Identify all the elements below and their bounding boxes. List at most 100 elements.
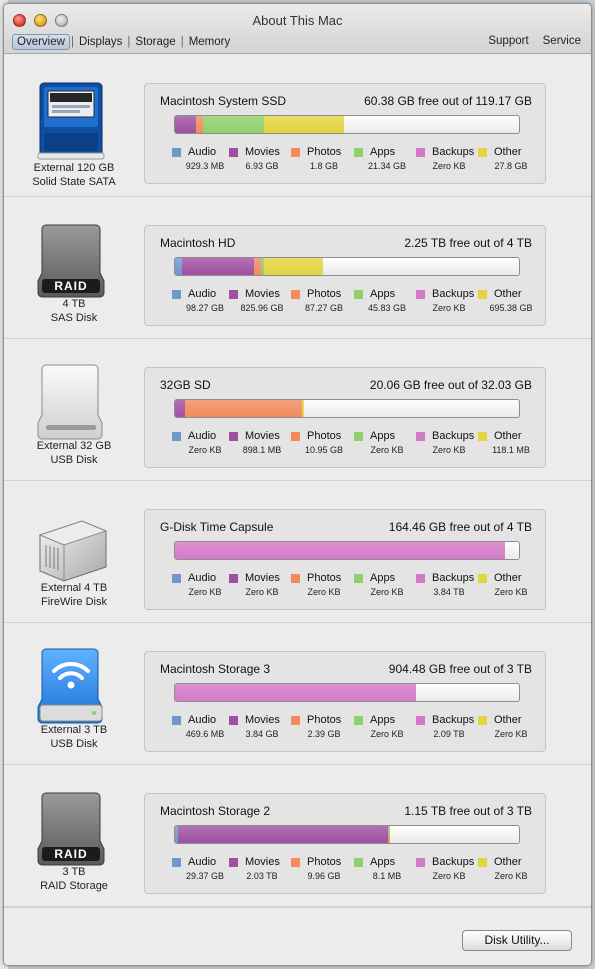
- legend-swatch: [229, 716, 238, 725]
- legend-swatch: [478, 858, 487, 867]
- legend-value: Zero KB: [432, 303, 466, 313]
- storage-row: RAID 4 TB SAS Disk Macintosh HD 2.25 TB free…: [4, 197, 591, 339]
- disk-utility-button[interactable]: Disk Utility...: [462, 930, 572, 951]
- legend-label: Backups: [432, 146, 475, 158]
- legend-label: Backups: [432, 714, 475, 726]
- legend-swatch: [291, 858, 300, 867]
- tab-storage[interactable]: Storage: [131, 35, 179, 49]
- legend-label: Other: [494, 146, 522, 158]
- tab-overview[interactable]: Overview: [12, 34, 70, 50]
- legend-value: 10.95 GB: [304, 445, 344, 455]
- legend-label: Photos: [307, 714, 342, 726]
- usage-segment-backups: [175, 684, 416, 701]
- ssd-drive-icon: [34, 79, 110, 163]
- legend-label: Audio: [188, 288, 217, 300]
- device-caption-line: USB Disk: [50, 738, 98, 750]
- legend-swatch: [416, 148, 425, 157]
- device-caption: 3 TB RAID Storage: [4, 865, 144, 893]
- device-caption-line: 4 TB: [62, 298, 86, 310]
- legend-label: Backups: [432, 572, 475, 584]
- legend-label: Backups: [432, 288, 475, 300]
- tab-service[interactable]: Service: [543, 35, 581, 47]
- legend-value: 1.8 GB: [309, 161, 338, 171]
- legend-swatch: [291, 290, 300, 299]
- usage-segment-movies: [175, 116, 196, 133]
- legend-value: Zero KB: [494, 587, 528, 597]
- legend-value: 898.1 MB: [242, 445, 282, 455]
- legend-swatch: [172, 290, 181, 299]
- footer: Disk Utility...: [4, 907, 591, 965]
- legend-label: Other: [494, 572, 522, 584]
- volume-panel: Macintosh Storage 3 904.48 GB free out of…: [144, 651, 546, 752]
- legend-value: Zero KB: [245, 587, 279, 597]
- legend-label: Audio: [188, 146, 217, 158]
- legend-value: 2.09 TB: [433, 729, 465, 739]
- legend-label: Audio: [188, 572, 217, 584]
- volume-panel: 32GB SD 20.06 GB free out of 32.03 GB Audi…: [144, 367, 546, 468]
- device-caption-line: 3 TB: [62, 866, 86, 878]
- legend-label: Photos: [307, 430, 342, 442]
- legend-label: Movies: [245, 856, 280, 868]
- usage-segment-other: [264, 116, 344, 133]
- legend-swatch: [354, 858, 363, 867]
- usage-segment-photos: [254, 258, 261, 275]
- usage-segment-photos: [195, 116, 203, 133]
- legend-swatch: [354, 574, 363, 583]
- legend-swatch: [172, 432, 181, 441]
- usb-drive-icon: [34, 359, 110, 443]
- storage-row: RAID 3 TB RAID Storage Macintosh Storage 2 1…: [4, 765, 591, 907]
- legend-label: Backups: [432, 430, 475, 442]
- legend-value: Zero KB: [432, 871, 466, 881]
- legend-value: 45.83 GB: [367, 303, 407, 313]
- legend-label: Movies: [245, 146, 280, 158]
- legend-value: 27.8 GB: [494, 161, 528, 171]
- usage-segment-photos: [185, 400, 303, 417]
- legend-label: Apps: [370, 146, 396, 158]
- legend-value: 6.93 GB: [245, 161, 279, 171]
- usage-bar: [174, 683, 520, 702]
- legend-swatch: [416, 858, 425, 867]
- legend-swatch: [172, 148, 181, 157]
- legend-value: Zero KB: [432, 445, 466, 455]
- volume-free-space: 2.25 TB free out of 4 TB: [404, 236, 532, 250]
- volume-panel: Macintosh System SSD 60.38 GB free out of…: [144, 83, 546, 184]
- device-caption-line: SAS Disk: [50, 312, 98, 324]
- tab-bar: Overview | Displays | Storage | Memory: [12, 34, 234, 50]
- legend-swatch: [229, 148, 238, 157]
- usage-segment-other: [264, 258, 323, 275]
- volume-name: 32GB SD: [160, 378, 211, 392]
- legend-value: 87.27 GB: [304, 303, 344, 313]
- legend-swatch: [478, 148, 487, 157]
- legend-swatch: [291, 148, 300, 157]
- usage-segment-movies: [178, 826, 389, 843]
- legend-label: Apps: [370, 572, 396, 584]
- usage-segment-audio: [175, 258, 182, 275]
- storage-row: External 32 GB USB Disk 32GB SD 20.06 GB fr…: [4, 339, 591, 481]
- volume-free-space: 60.38 GB free out of 119.17 GB: [364, 94, 532, 108]
- legend-label: Photos: [307, 288, 342, 300]
- raid-drive-icon: RAID: [34, 217, 110, 301]
- legend-label: Other: [494, 288, 522, 300]
- device-caption: External 4 TB FireWire Disk: [4, 581, 144, 609]
- tab-support[interactable]: Support: [488, 35, 528, 47]
- legend-value: 3.84 GB: [245, 729, 279, 739]
- legend-value: 8.1 MB: [372, 871, 402, 881]
- legend-value: Zero KB: [494, 871, 528, 881]
- storage-row: External 4 TB FireWire Disk G-Disk Time Ca…: [4, 481, 591, 623]
- legend-label: Backups: [432, 856, 475, 868]
- legend-swatch: [291, 432, 300, 441]
- usage-segment-movies: [181, 258, 255, 275]
- legend-swatch: [416, 432, 425, 441]
- legend-label: Apps: [370, 288, 396, 300]
- tab-memory[interactable]: Memory: [185, 35, 235, 49]
- legend-label: Apps: [370, 714, 396, 726]
- legend-label: Movies: [245, 714, 280, 726]
- legend-label: Movies: [245, 572, 280, 584]
- usage-bar: [174, 257, 520, 276]
- legend-swatch: [354, 148, 363, 157]
- legend-label: Movies: [245, 430, 280, 442]
- legend-value: 695.38 GB: [489, 303, 533, 313]
- tab-displays[interactable]: Displays: [75, 35, 126, 49]
- device-caption-line: External 3 TB: [40, 724, 108, 736]
- wifi-drive-icon: [34, 643, 110, 727]
